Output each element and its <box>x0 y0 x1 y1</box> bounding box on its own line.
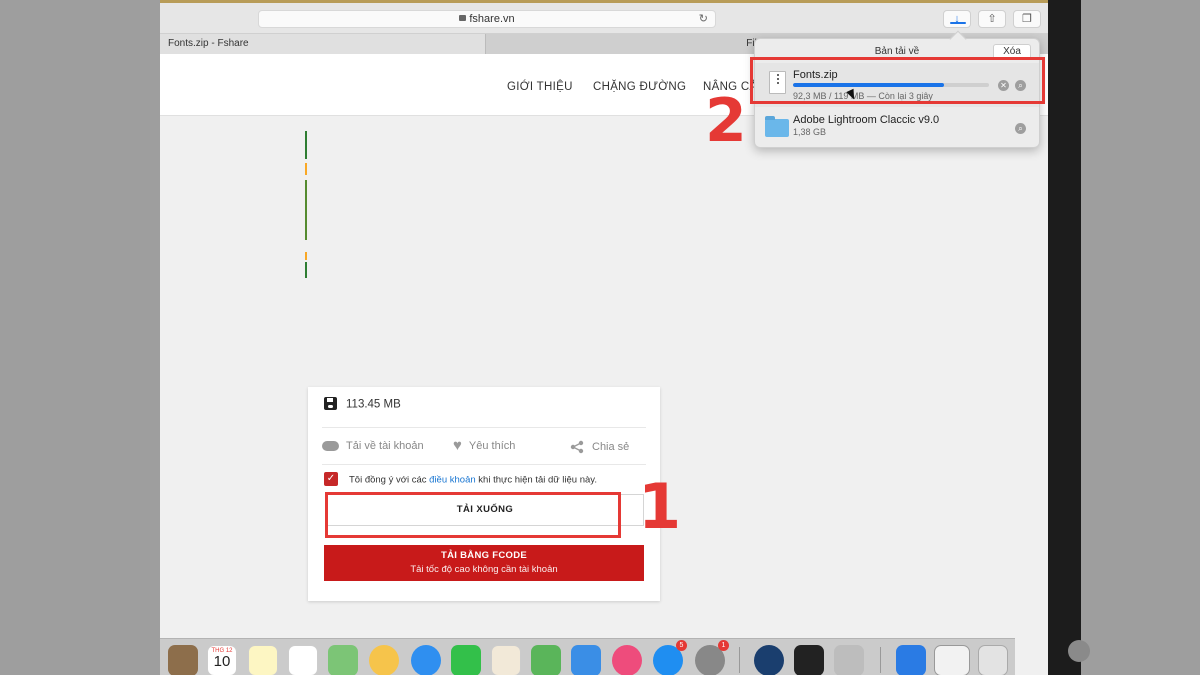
letterbox-right-dark <box>1048 0 1081 675</box>
fontbook-icon[interactable] <box>834 645 864 675</box>
divider <box>322 427 646 428</box>
magnifier-icon[interactable]: ⌕ <box>1015 123 1026 134</box>
corner-app-icon <box>1068 640 1090 662</box>
maps-icon[interactable] <box>328 645 358 675</box>
annotation-box-download-item <box>750 57 1045 104</box>
browser-screen: fshare.vn ↻ ↓ ⇧ ❐ Fonts.zip - Fshare Fil… <box>160 0 1048 675</box>
letterbox-right <box>1081 0 1200 675</box>
calendar-day: 10 <box>213 653 231 670</box>
download-item-lightroom[interactable]: Adobe Lightroom Claccic v9.0 1,38 GB ⌕ <box>755 108 1039 152</box>
action-label: Tải về tài khoản <box>346 440 424 452</box>
numbers-icon[interactable] <box>531 645 561 675</box>
terms-link[interactable]: điều khoản <box>429 475 475 486</box>
fcode-subtitle: Tải tốc độ cao không cần tài khoản <box>410 564 558 575</box>
share-icon: ⇧ <box>987 13 997 25</box>
edge-icon[interactable] <box>754 645 784 675</box>
contacts-icon[interactable] <box>168 645 198 675</box>
dock-separator <box>739 647 740 673</box>
browser-toolbar: fshare.vn ↻ ↓ ⇧ ❐ <box>160 0 1048 34</box>
top-edge <box>160 0 1048 3</box>
trash-icon[interactable] <box>978 645 1008 675</box>
annotation-box-download <box>325 492 621 538</box>
reload-icon[interactable]: ↻ <box>699 11 708 28</box>
safari-download-icon[interactable] <box>896 645 926 675</box>
file-size-row: 113.45 MB <box>324 397 401 414</box>
agree-prefix: Tôi đồng ý với các <box>349 474 430 486</box>
favorite-action[interactable]: ♥ Yêu thích <box>453 437 516 455</box>
appstore-badge: 5 <box>676 640 687 651</box>
nav-chang-duong[interactable]: CHẶNG ĐƯỜNG <box>593 81 686 93</box>
lock-icon <box>459 15 467 22</box>
file-size: 113.45 MB <box>346 398 401 411</box>
actions-row: Tải về tài khoản ♥ Yêu thích Chia sẻ <box>322 437 646 457</box>
decor-line <box>305 180 307 240</box>
tab-label: Fonts.zip - Fshare <box>168 38 249 49</box>
decor-line <box>305 163 307 175</box>
music-icon[interactable] <box>612 645 642 675</box>
facetime-icon[interactable] <box>451 645 481 675</box>
checkbox-icon[interactable]: ✓ <box>324 472 338 486</box>
tab-fshare[interactable]: Fonts.zip - Fshare <box>160 34 486 54</box>
notes-icon[interactable] <box>248 645 278 675</box>
pages-icon[interactable] <box>491 645 521 675</box>
address-text: fshare.vn <box>469 13 515 25</box>
tabs-button[interactable]: ❐ <box>1013 10 1041 28</box>
share-button[interactable]: ⇧ <box>978 10 1006 28</box>
share-nodes-icon <box>570 440 584 454</box>
fcode-title: TẢI BẰNG FCODE <box>440 550 527 561</box>
share-action[interactable]: Chia sẻ <box>569 440 629 454</box>
photos-icon[interactable] <box>369 645 399 675</box>
decor-line <box>305 131 307 159</box>
save-to-account-action[interactable]: Tải về tài khoản <box>322 440 424 452</box>
reminders-icon[interactable] <box>288 645 318 675</box>
dock: THG 12 10 5 1 <box>160 638 1015 675</box>
cloud-download-icon <box>322 441 339 452</box>
annotation-number-2: 2 <box>705 86 747 156</box>
dock-separator <box>880 647 881 673</box>
action-label: Chia sẻ <box>592 440 630 453</box>
letterbox-left <box>0 0 160 675</box>
agree-suffix: khi thực hiện tải dữ liệu này. <box>475 474 597 486</box>
divider <box>322 464 646 465</box>
floppy-icon <box>324 397 337 410</box>
heart-icon: ♥ <box>453 437 462 455</box>
window-preview-icon[interactable] <box>934 645 970 675</box>
fcode-download-button[interactable]: TẢI BẰNG FCODE Tải tốc độ cao không cần … <box>324 545 644 581</box>
address-bar[interactable]: fshare.vn ↻ <box>258 10 716 28</box>
nav-gioi-thieu[interactable]: GIỚI THIỆU <box>507 81 573 93</box>
folder-icon <box>765 116 789 137</box>
action-label: Yêu thích <box>468 440 516 452</box>
terminal-icon[interactable] <box>794 645 824 675</box>
appstore-icon[interactable]: 5 <box>653 640 687 675</box>
keynote-icon[interactable] <box>571 645 601 675</box>
annotation-number-1: 1 <box>638 470 682 543</box>
settings-icon[interactable]: 1 <box>695 640 729 675</box>
calendar-icon[interactable]: THG 12 10 <box>207 645 237 675</box>
decor-line <box>305 262 307 278</box>
download-progress-mini <box>950 22 966 24</box>
download-item-status: 1,38 GB <box>793 127 827 137</box>
terms-agreement: ✓ Tôi đồng ý với các điều khoản khi thực … <box>324 472 597 487</box>
download-item-name: Adobe Lightroom Claccic v9.0 <box>793 114 940 126</box>
downloads-button[interactable]: ↓ <box>943 10 971 28</box>
settings-badge: 1 <box>718 640 729 651</box>
decor-line <box>305 252 307 260</box>
tabs-icon: ❐ <box>1022 13 1032 25</box>
messages-icon[interactable] <box>411 645 441 675</box>
